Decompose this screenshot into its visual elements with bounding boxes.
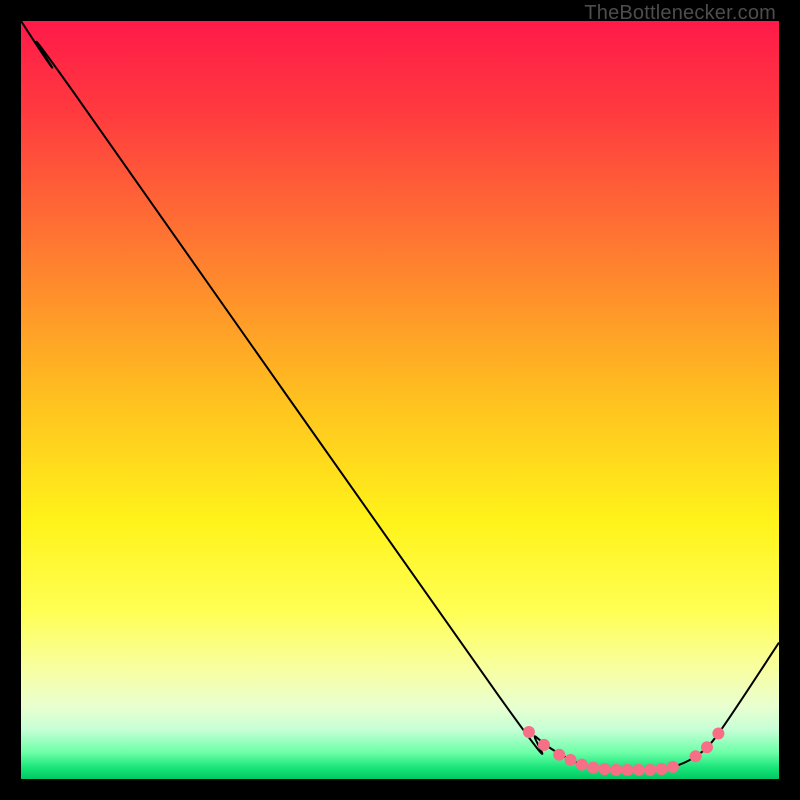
curve-marker <box>656 763 668 775</box>
watermark-text: TheBottlenecker.com <box>584 2 776 25</box>
curve-marker <box>644 764 656 776</box>
curve-marker <box>553 749 565 761</box>
curve-marker <box>523 726 535 738</box>
curve-marker <box>565 754 577 766</box>
curve-marker <box>667 761 679 773</box>
curve-marker <box>538 739 550 751</box>
curve-marker <box>701 741 713 753</box>
curve-marker <box>633 764 645 776</box>
curve-marker <box>599 763 611 775</box>
curve-marker <box>712 728 724 740</box>
curve-marker <box>621 764 633 776</box>
chart-background <box>21 21 779 779</box>
curve-marker <box>587 762 599 774</box>
curve-marker <box>576 759 588 771</box>
curve-marker <box>610 764 622 776</box>
curve-marker <box>690 750 702 762</box>
chart-frame <box>21 21 779 779</box>
bottleneck-chart <box>21 21 779 779</box>
